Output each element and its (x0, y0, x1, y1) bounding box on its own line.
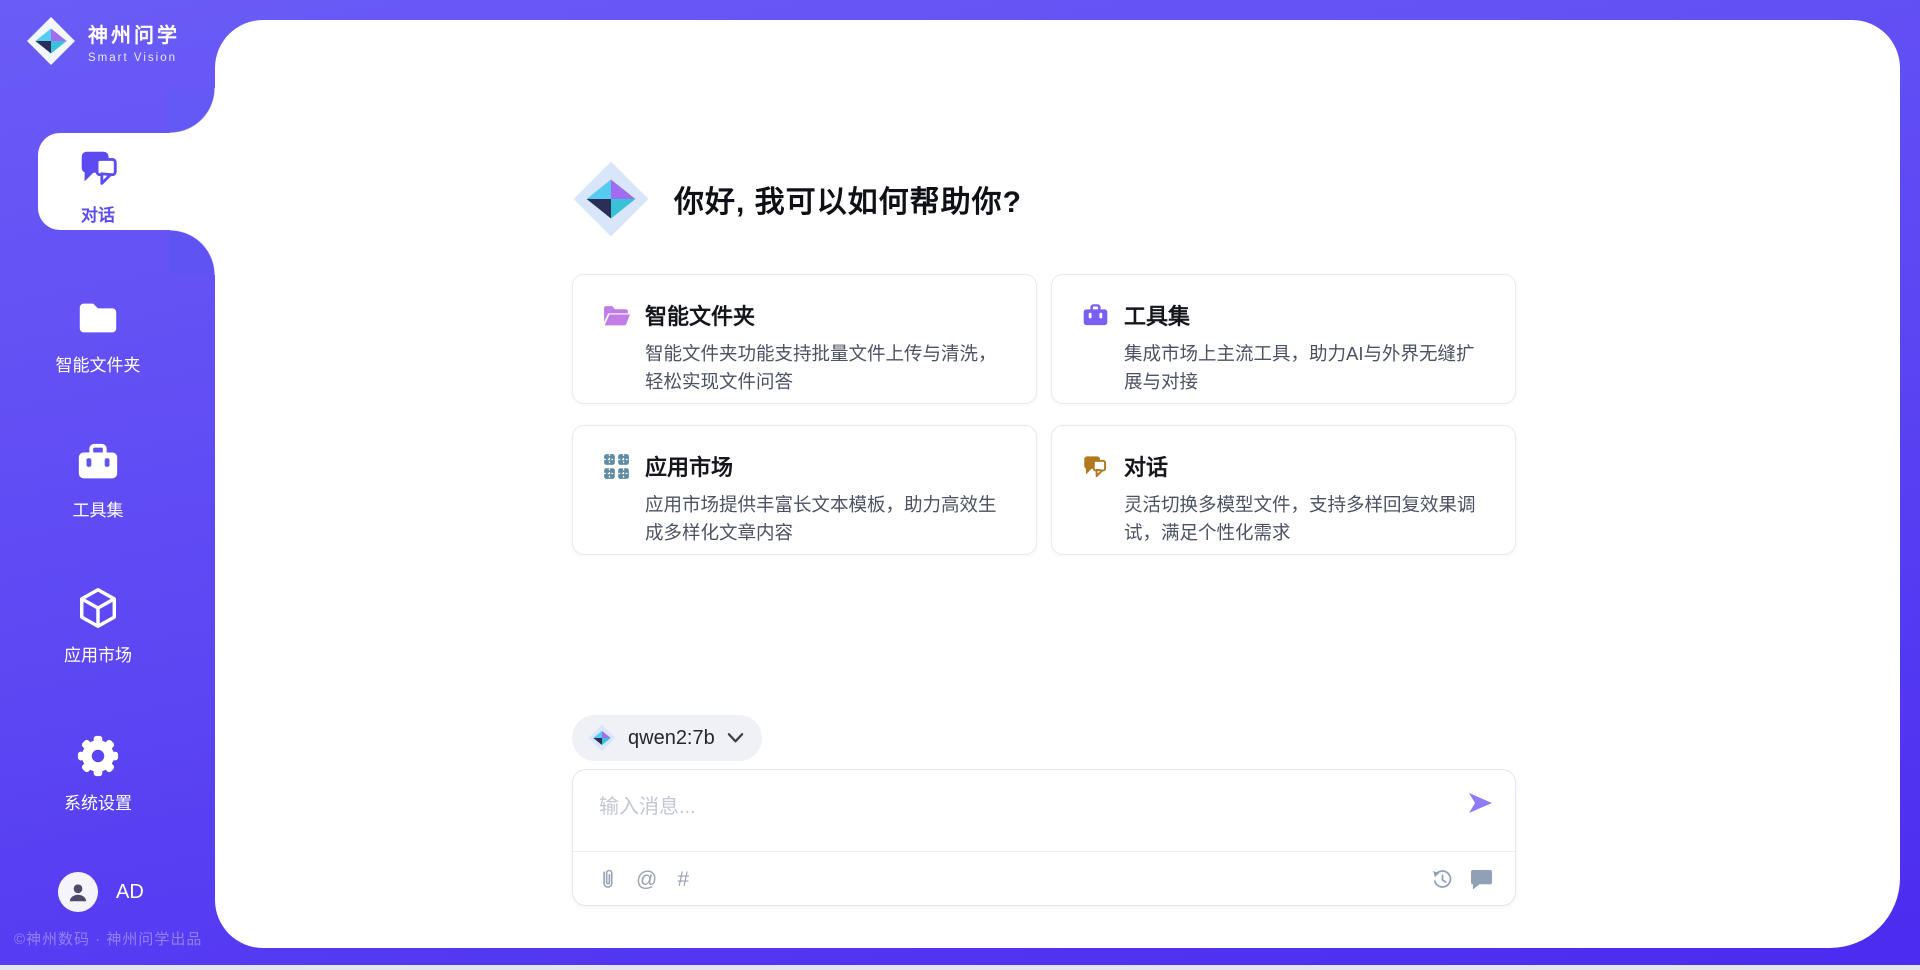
model-selector[interactable]: qwen2:7b (572, 715, 762, 761)
folder-open-icon (603, 302, 630, 329)
sidebar: 神州问学 Smart Vision 对话 智能文件夹 工具集 (0, 0, 215, 970)
paperclip-icon[interactable] (599, 867, 616, 891)
card-app-market[interactable]: 应用市场 应用市场提供丰富长文本模板，助力高效生成多样化文章内容 (572, 425, 1037, 555)
sidebar-item-label: 对话 (0, 201, 196, 226)
sidebar-item-smart-folder[interactable]: 智能文件夹 (0, 295, 196, 376)
card-title: 智能文件夹 (645, 299, 755, 331)
sidebar-item-label: 系统设置 (0, 789, 196, 814)
model-name: qwen2:7b (628, 727, 715, 750)
folder-icon (75, 295, 121, 341)
person-icon (65, 879, 91, 905)
at-icon[interactable]: @ (636, 869, 657, 890)
gear-icon (75, 733, 121, 779)
sidebar-item-label: 应用市场 (0, 641, 196, 666)
card-description: 智能文件夹功能支持批量文件上传与清洗，轻松实现文件问答 (645, 340, 1010, 396)
main-content: 你好, 我可以如何帮助你? 智能文件夹 智能文件夹功能支持批量文件上传与清洗，轻… (215, 20, 1900, 948)
greeting-block: 你好, 我可以如何帮助你? (572, 160, 1022, 238)
feature-cards: 智能文件夹 智能文件夹功能支持批量文件上传与清洗，轻松实现文件问答 工具集 集成… (572, 274, 1516, 555)
cube-icon (75, 585, 121, 631)
message-input[interactable] (573, 770, 1515, 848)
card-description: 灵活切换多模型文件，支持多样回复效果调试，满足个性化需求 (1124, 491, 1489, 547)
brand-logo: 神州问学 Smart Vision (26, 16, 180, 66)
card-toolset[interactable]: 工具集 集成市场上主流工具，助力AI与外界无缝扩展与对接 (1051, 274, 1516, 404)
brand-name-cn: 神州问学 (88, 19, 180, 48)
greeting-title: 你好, 我可以如何帮助你? (674, 177, 1022, 221)
user-name: AD (116, 881, 144, 904)
composer-toolbar: @ # (599, 852, 1493, 906)
chat-icon (1082, 453, 1109, 480)
card-description: 应用市场提供丰富长文本模板，助力高效生成多样化文章内容 (645, 491, 1010, 547)
chat-icon (75, 145, 121, 191)
avatar (58, 872, 98, 912)
copyright-footer: ©神州数码 · 神州问学出品 (14, 928, 202, 949)
sidebar-item-settings[interactable]: 系统设置 (0, 733, 196, 814)
sidebar-item-app-market[interactable]: 应用市场 (0, 585, 196, 666)
sidebar-item-label: 智能文件夹 (0, 351, 196, 376)
hash-icon[interactable]: # (677, 869, 689, 890)
sidebar-item-toolset[interactable]: 工具集 (0, 440, 196, 521)
diamond-logo-icon (26, 16, 76, 66)
user-profile[interactable]: AD (58, 872, 144, 912)
send-icon[interactable] (1467, 792, 1493, 814)
sidebar-item-chat[interactable]: 对话 (0, 145, 196, 226)
diamond-logo-icon (572, 160, 650, 238)
card-title: 对话 (1124, 450, 1168, 482)
brand-name-en: Smart Vision (88, 52, 180, 64)
window-bottom-edge (0, 965, 1920, 970)
card-smart-folder[interactable]: 智能文件夹 智能文件夹功能支持批量文件上传与清洗，轻松实现文件问答 (572, 274, 1037, 404)
card-chat[interactable]: 对话 灵活切换多模型文件，支持多样回复效果调试，满足个性化需求 (1051, 425, 1516, 555)
toolbox-icon (1082, 302, 1109, 329)
chevron-down-icon (727, 732, 744, 744)
card-title: 应用市场 (645, 450, 733, 482)
diamond-logo-icon (588, 724, 616, 752)
sidebar-item-label: 工具集 (0, 496, 196, 521)
apps-grid-icon (603, 453, 630, 480)
card-title: 工具集 (1124, 299, 1190, 331)
card-description: 集成市场上主流工具，助力AI与外界无缝扩展与对接 (1124, 340, 1489, 396)
chat-bubble-icon[interactable] (1470, 869, 1493, 890)
history-icon[interactable] (1431, 868, 1454, 891)
toolbox-icon (75, 440, 121, 486)
message-composer: @ # (572, 769, 1516, 906)
